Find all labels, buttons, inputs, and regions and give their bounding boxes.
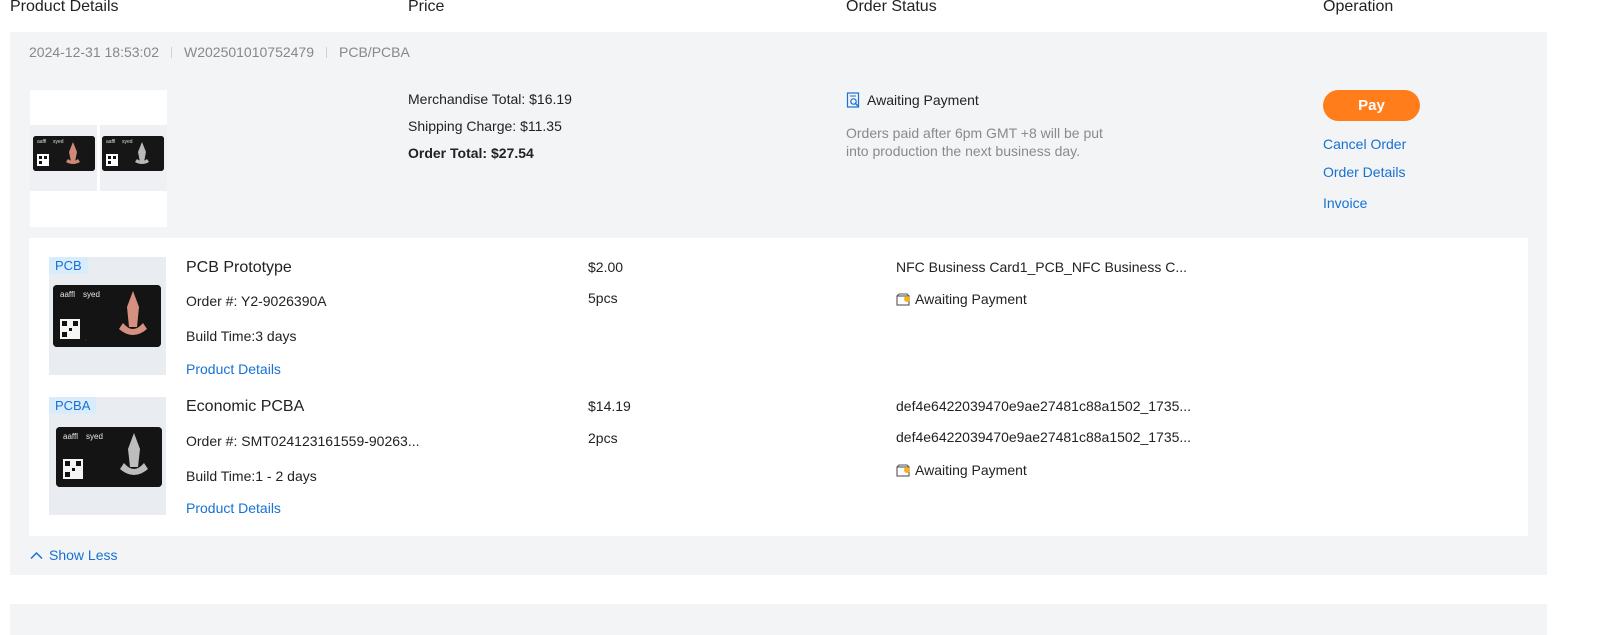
item-status: Awaiting Payment <box>896 462 1027 478</box>
order-category: PCB/PCBA <box>339 44 410 60</box>
product-image: aaffl syed PCBA <box>49 397 166 515</box>
shipping-charge: Shipping Charge: $11.35 <box>408 118 562 134</box>
column-header-operation: Operation <box>1323 0 1394 15</box>
list-item: aaffl syed PCBA Economic PCBA Order #: S… <box>29 378 1528 516</box>
item-type-tag: PCBA <box>49 397 97 414</box>
card-graphic: aaffl syed <box>33 136 95 171</box>
order-items: aaffl syed ◦ PCB PCB Prototype Order #: … <box>29 238 1528 536</box>
order-status-label: Awaiting Payment <box>867 92 979 108</box>
card-graphic: aaffl syed <box>56 427 162 487</box>
pcba-mini-image: aaffl syed <box>102 136 164 171</box>
divider <box>171 46 172 58</box>
item-price: $14.19 <box>588 398 631 414</box>
list-item: aaffl syed ◦ PCB PCB Prototype Order #: … <box>29 238 1528 377</box>
card-name-text: syed <box>53 139 64 145</box>
card-name-text: syed <box>122 139 133 145</box>
column-header-price: Price <box>408 0 445 15</box>
wallet-icon <box>896 463 910 477</box>
show-less-label: Show Less <box>49 547 118 563</box>
thumbnail-strip: aaffl syed aaffl syed <box>30 125 167 191</box>
item-type-tag: PCB <box>49 257 88 274</box>
chevron-up-icon <box>30 551 43 559</box>
item-status: Awaiting Payment <box>896 291 1027 307</box>
pcba-image: aaffl syed <box>56 427 162 487</box>
item-order-number: Order #: SMT024123161559-90263... <box>186 433 420 449</box>
order-card: 2024-12-31 18:53:02 W202501010752479 PCB… <box>10 32 1547 575</box>
card-graphic: aaffl syed ◦ <box>53 285 161 347</box>
item-file-name: NFC Business Card1_PCB_NFC Business C... <box>896 259 1187 275</box>
item-order-number: Order #: Y2-9026390A <box>186 293 327 309</box>
item-file-name: def4e6422039470e9ae27481c88a1502_1735... <box>896 398 1192 414</box>
item-build-time: Build Time:1 - 2 days <box>186 468 317 484</box>
product-image: aaffl syed ◦ PCB <box>49 257 166 375</box>
column-header-status: Order Status <box>846 0 937 15</box>
pay-button[interactable]: Pay <box>1323 90 1420 121</box>
cancel-order-link[interactable]: Cancel Order <box>1323 136 1406 152</box>
pcb-image: aaffl syed ◦ <box>53 285 161 347</box>
card-brand-text: aaffl <box>37 139 46 145</box>
card-brand-text: aaffl <box>60 290 75 299</box>
next-order-card <box>10 604 1547 635</box>
order-meta: 2024-12-31 18:53:02 W202501010752479 PCB… <box>29 44 410 60</box>
search-document-icon <box>846 92 860 108</box>
column-header-product: Product Details <box>10 0 119 15</box>
wallet-icon <box>896 292 910 306</box>
production-note: Orders paid after 6pm GMT +8 will be put… <box>846 125 1103 159</box>
item-status-label: Awaiting Payment <box>915 291 1027 307</box>
card-name-text: syed <box>86 432 103 441</box>
card-brand-text: aaffl <box>106 139 115 145</box>
item-file-name: def4e6422039470e9ae27481c88a1502_1735... <box>896 429 1192 445</box>
item-build-time: Build Time:3 days <box>186 328 297 344</box>
item-status-label: Awaiting Payment <box>915 462 1027 478</box>
item-price: $2.00 <box>588 259 624 275</box>
item-name: Economic PCBA <box>186 398 305 415</box>
divider <box>326 46 328 58</box>
order-datetime: 2024-12-31 18:53:02 <box>29 44 159 60</box>
card-name-text: syed <box>83 290 100 299</box>
order-thumbnail: aaffl syed aaffl syed <box>30 90 167 227</box>
order-status: Awaiting Payment <box>846 92 979 108</box>
merchandise-total: Merchandise Total: $16.19 <box>408 91 572 107</box>
order-number: W202501010752479 <box>184 44 315 60</box>
item-quantity: 2pcs <box>588 430 618 446</box>
order-details-link[interactable]: Order Details <box>1323 164 1405 180</box>
item-name: PCB Prototype <box>186 259 292 276</box>
item-quantity: 5pcs <box>588 290 618 306</box>
card-graphic: aaffl syed <box>102 136 164 171</box>
product-details-link[interactable]: Product Details <box>186 361 281 377</box>
show-less-toggle[interactable]: Show Less <box>30 547 117 563</box>
order-total: Order Total: $27.54 <box>408 145 534 161</box>
invoice-link[interactable]: Invoice <box>1323 195 1367 211</box>
card-brand-text: aaffl <box>63 432 78 441</box>
pcb-mini-image: aaffl syed <box>33 136 95 171</box>
product-details-link[interactable]: Product Details <box>186 500 281 516</box>
